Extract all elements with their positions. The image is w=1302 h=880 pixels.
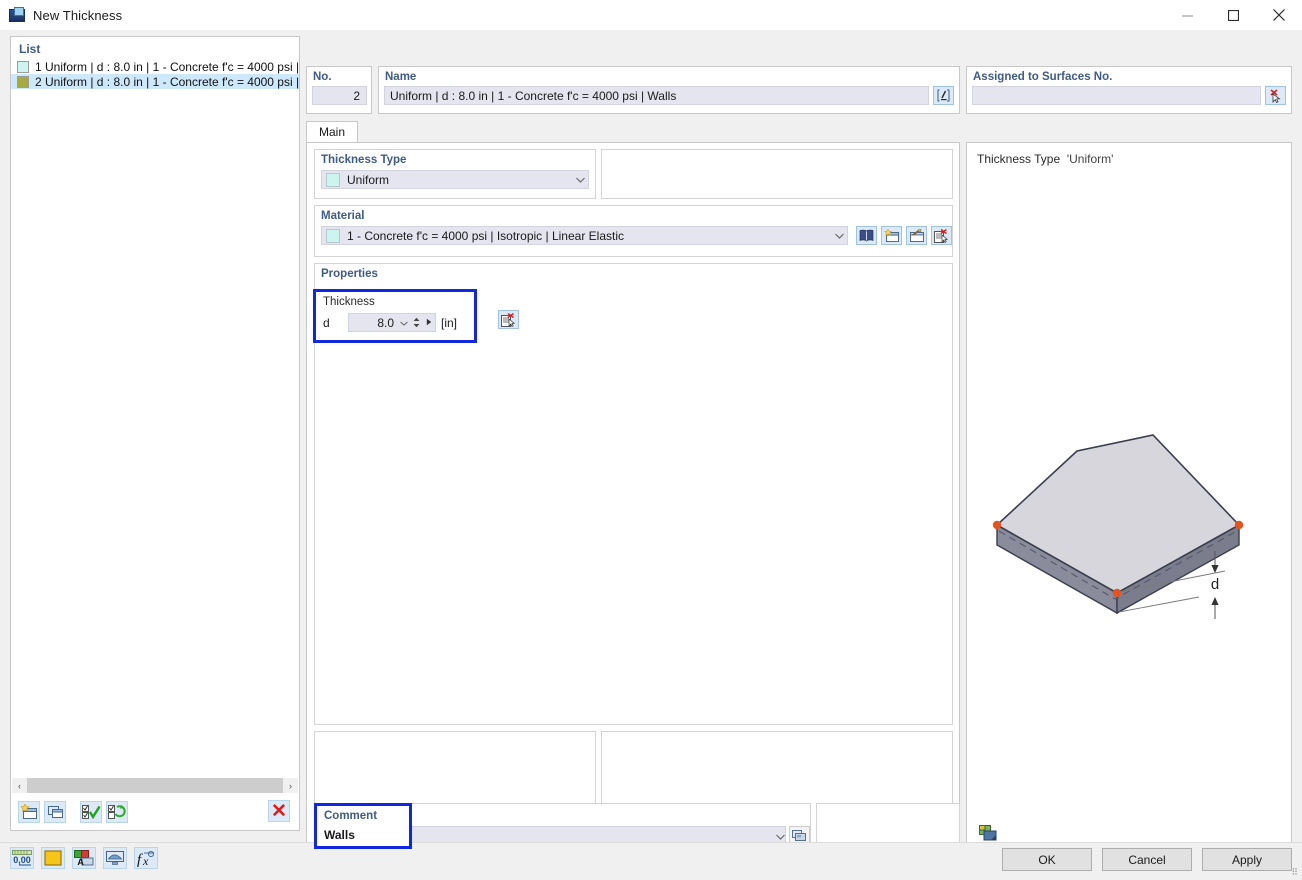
- chevron-down-icon[interactable]: [572, 177, 588, 183]
- thickness-app-icon: [9, 7, 25, 23]
- assigned-caption: Assigned to Surfaces No.: [967, 67, 1291, 83]
- edit-material-icon[interactable]: [906, 226, 927, 245]
- status-bar: 0,00 A: [0, 842, 1302, 880]
- pick-surfaces-icon[interactable]: [1265, 86, 1286, 105]
- thickness-type-spacer-panel: [601, 149, 953, 199]
- chevron-down-icon[interactable]: [776, 829, 785, 843]
- properties-group: Properties Thickness d 8.0: [314, 263, 953, 725]
- chevron-down-icon[interactable]: [831, 233, 847, 239]
- thickness-type-select[interactable]: Uniform: [321, 170, 589, 189]
- list-item[interactable]: 2 Uniform | d : 8.0 in | 1 - Concrete f'…: [11, 74, 299, 89]
- scroll-left-icon[interactable]: ‹: [12, 778, 27, 793]
- dialog-body: List 1 Uniform | d : 8.0 in | 1 - Concre…: [0, 30, 1302, 842]
- main-tab-panel: Thickness Type Uniform Material 1 - Conc…: [306, 142, 960, 857]
- new-window-icon[interactable]: [18, 801, 40, 823]
- monitor-icon[interactable]: [103, 847, 127, 869]
- thickness-list[interactable]: 1 Uniform | d : 8.0 in | 1 - Concrete f'…: [11, 59, 299, 89]
- scrollbar-thumb[interactable]: [27, 778, 283, 793]
- maximize-icon[interactable]: [1210, 0, 1256, 30]
- material-info-icon[interactable]: [931, 226, 952, 245]
- assigned-surfaces-group: Assigned to Surfaces No.: [966, 66, 1292, 114]
- chevron-down-icon[interactable]: [397, 318, 411, 328]
- tab-main[interactable]: Main: [306, 121, 358, 142]
- name-input[interactable]: Uniform | d : 8.0 in | 1 - Concrete f'c …: [384, 86, 929, 105]
- svg-text:0,00: 0,00: [13, 855, 31, 865]
- material-select[interactable]: 1 - Concrete f'c = 4000 psi | Isotropic …: [321, 226, 848, 245]
- number-input[interactable]: 2: [312, 86, 367, 105]
- list-toolbar: ✕: [12, 796, 298, 828]
- apply-button[interactable]: Apply: [1202, 848, 1292, 871]
- svg-text:A: A: [77, 857, 84, 866]
- book-icon[interactable]: [856, 226, 877, 245]
- properties-caption: Properties: [321, 268, 952, 280]
- graphic-settings-icon[interactable]: [977, 822, 999, 844]
- number-field-group: No. 2: [306, 66, 372, 114]
- tab-strip: Main: [306, 121, 960, 142]
- number-caption: No.: [307, 67, 371, 83]
- color-label-icon[interactable]: A: [72, 847, 96, 869]
- delete-x-icon[interactable]: ✕: [268, 800, 290, 822]
- svg-text:x: x: [142, 854, 149, 867]
- minimize-icon[interactable]: [1164, 0, 1210, 30]
- thickness-input[interactable]: 8.0: [348, 313, 436, 332]
- thickness-caption: Thickness: [316, 292, 474, 308]
- status-bar-icons: 0,00 A: [10, 847, 165, 869]
- scrollbar-track[interactable]: [27, 778, 283, 793]
- preview-caption: Thickness Type 'Uniform': [967, 143, 1291, 166]
- spinner-updown-icon[interactable]: [411, 317, 422, 328]
- window-controls: [1164, 0, 1302, 30]
- material-value: 1 - Concrete f'c = 4000 psi | Isotropic …: [347, 229, 831, 243]
- color-swatch: [17, 76, 29, 88]
- material-caption: Material: [321, 210, 952, 222]
- comment-highlight-box: Comment Walls: [314, 803, 412, 849]
- yellow-color-icon[interactable]: [41, 847, 65, 869]
- resize-grip-icon[interactable]: ⠿: [1291, 867, 1298, 878]
- thickness-options-icon[interactable]: [498, 310, 519, 329]
- toggle-selection-icon[interactable]: [106, 801, 128, 823]
- list-item-label: 1 Uniform | d : 8.0 in | 1 - Concrete f'…: [35, 60, 299, 74]
- scroll-right-icon[interactable]: ›: [283, 778, 298, 793]
- thickness-type-group: Thickness Type Uniform: [314, 149, 596, 199]
- window-title: New Thickness: [33, 8, 122, 23]
- color-swatch: [17, 61, 29, 73]
- new-material-icon[interactable]: [881, 226, 902, 245]
- material-swatch: [326, 229, 340, 243]
- rename-icon[interactable]: [933, 86, 954, 105]
- cancel-button[interactable]: Cancel: [1102, 848, 1192, 871]
- name-caption: Name: [379, 67, 959, 83]
- thickness-list-panel: List 1 Uniform | d : 8.0 in | 1 - Concre…: [10, 36, 300, 831]
- slab-thickness-isometric: d: [967, 373, 1293, 623]
- preview-caption-label: Thickness Type: [977, 152, 1060, 166]
- fx-icon[interactable]: f x: [134, 847, 158, 869]
- list-item[interactable]: 1 Uniform | d : 8.0 in | 1 - Concrete f'…: [11, 59, 299, 74]
- comment-value[interactable]: Walls: [317, 822, 409, 842]
- new-thickness-dialog: New Thickness List 1 Uniform | d : 8.0 i…: [0, 0, 1302, 880]
- close-icon[interactable]: [1256, 0, 1302, 30]
- preview-caption-value: 'Uniform': [1067, 152, 1114, 166]
- dimension-label-d: d: [1211, 576, 1219, 593]
- thickness-type-caption: Thickness Type: [321, 154, 595, 166]
- play-right-icon[interactable]: [422, 318, 435, 328]
- dialog-buttons: OK Cancel Apply: [992, 848, 1292, 871]
- thickness-highlight-box: Thickness d 8.0: [313, 289, 477, 343]
- thickness-type-swatch: [326, 173, 340, 187]
- list-caption: List: [11, 37, 299, 59]
- material-group: Material 1 - Concrete f'c = 4000 psi | I…: [314, 205, 953, 257]
- thickness-value: 8.0: [349, 316, 397, 330]
- decimal-0-00-icon[interactable]: 0,00: [10, 847, 34, 869]
- thickness-type-value: Uniform: [347, 173, 572, 187]
- list-item-label: 2 Uniform | d : 8.0 in | 1 - Concrete f'…: [35, 75, 299, 89]
- name-field-group: Name Uniform | d : 8.0 in | 1 - Concrete…: [378, 66, 960, 114]
- preview-panel: Thickness Type 'Uniform': [966, 142, 1292, 857]
- check-all-icon[interactable]: [80, 801, 102, 823]
- assigned-surfaces-input[interactable]: [972, 86, 1261, 105]
- list-horizontal-scrollbar[interactable]: ‹ ›: [12, 778, 298, 793]
- ok-button[interactable]: OK: [1002, 848, 1092, 871]
- copy-window-icon[interactable]: [44, 801, 66, 823]
- title-bar: New Thickness: [0, 0, 1302, 30]
- thickness-unit: [in]: [441, 316, 457, 330]
- thickness-symbol: d: [323, 316, 348, 330]
- comment-caption: Comment: [317, 806, 409, 822]
